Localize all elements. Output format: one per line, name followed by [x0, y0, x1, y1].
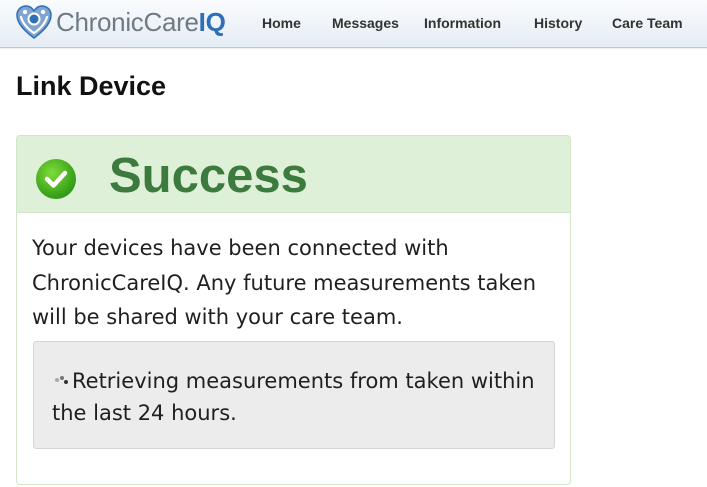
success-heading: Success: [109, 149, 308, 203]
spinner-icon: [52, 373, 70, 387]
nav-information[interactable]: Information: [424, 15, 501, 31]
nav-history[interactable]: History: [534, 15, 582, 31]
nav-messages[interactable]: Messages: [332, 15, 399, 31]
top-navbar: ChronicCareIQ Home Messages Information …: [0, 0, 707, 48]
success-panel-header: Success: [17, 136, 570, 213]
nav-home[interactable]: Home: [262, 15, 301, 31]
retrieval-message: Retrieving measurements from taken withi…: [52, 369, 535, 425]
nav-care-team[interactable]: Care Team: [612, 15, 683, 31]
check-circle-icon: [36, 159, 76, 199]
page-title: Link Device: [16, 71, 167, 101]
success-message: Your devices have been connected with Ch…: [32, 236, 537, 329]
brand-logo[interactable]: ChronicCareIQ: [14, 2, 226, 42]
heart-hands-icon: [16, 5, 52, 39]
brand-name: ChronicCareIQ: [56, 6, 226, 37]
retrieval-status-box: Retrieving measurements from taken withi…: [33, 341, 555, 449]
retrieval-status: Retrieving measurements from taken withi…: [52, 365, 542, 429]
success-panel: Success Your devices have been connected…: [16, 135, 571, 485]
